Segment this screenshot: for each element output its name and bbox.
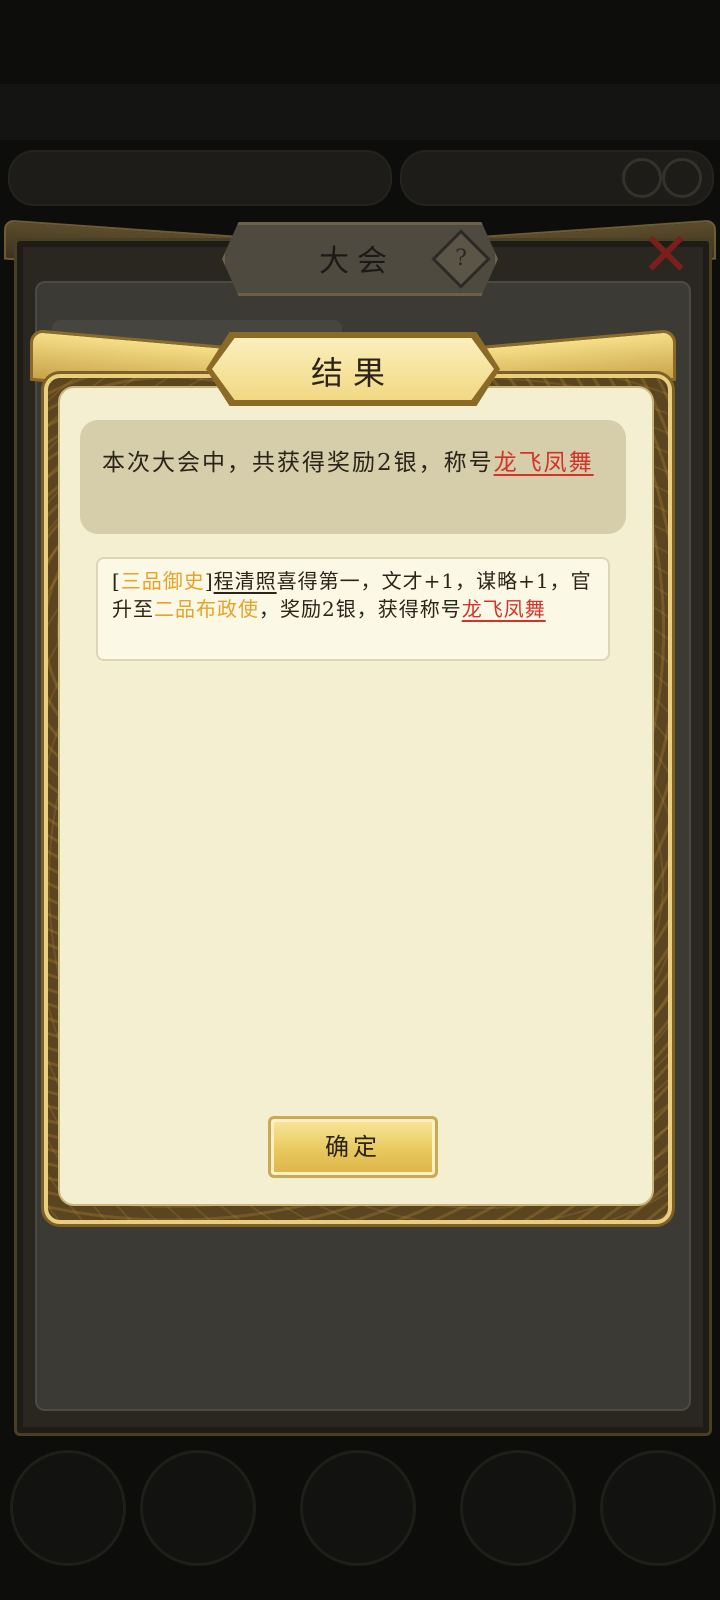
result-title: 结果 xyxy=(310,354,395,392)
close-icon[interactable]: ✕ xyxy=(636,220,696,290)
background-bottom-nav xyxy=(0,1430,720,1600)
background-add-icon xyxy=(662,158,702,198)
background-nav-icon xyxy=(460,1450,576,1566)
background-nav-icon xyxy=(300,1450,416,1566)
record-text-2: ，奖励2银，获得称号 xyxy=(259,597,462,621)
record-new-rank: 二品布政使 xyxy=(154,597,259,621)
honor-title: 龙飞凤舞 xyxy=(493,450,594,476)
record-bracket-close: ] xyxy=(204,569,214,593)
official-name[interactable]: 程清照 xyxy=(214,569,277,593)
result-summary: 本次大会中，共获得奖励2银，称号龙飞凤舞 xyxy=(80,420,626,534)
background-resource-bar xyxy=(8,150,392,206)
status-strip xyxy=(0,84,720,140)
background-nav-icon xyxy=(600,1450,716,1566)
background-coin-icon xyxy=(622,158,662,198)
record-honor-title: 龙飞凤舞 xyxy=(461,597,546,621)
record-bracket-open: [ xyxy=(112,569,121,593)
background-nav-icon xyxy=(140,1450,256,1566)
background-nav-icon xyxy=(10,1450,126,1566)
summary-text: 本次大会中，共获得奖励2银，称号 xyxy=(102,450,494,476)
confirm-button[interactable]: 确定 xyxy=(268,1116,438,1178)
game-screen: 大会 ? ✕ 结果 本次大会中，共获得奖励2银，称号龙飞凤舞 [三品御史]程清照… xyxy=(0,0,720,1600)
result-record: [三品御史]程清照喜得第一，文才+1，谋略+1，官升至二品布政使，奖励2银，获得… xyxy=(96,557,610,661)
record-rank: 三品御史 xyxy=(120,569,205,593)
